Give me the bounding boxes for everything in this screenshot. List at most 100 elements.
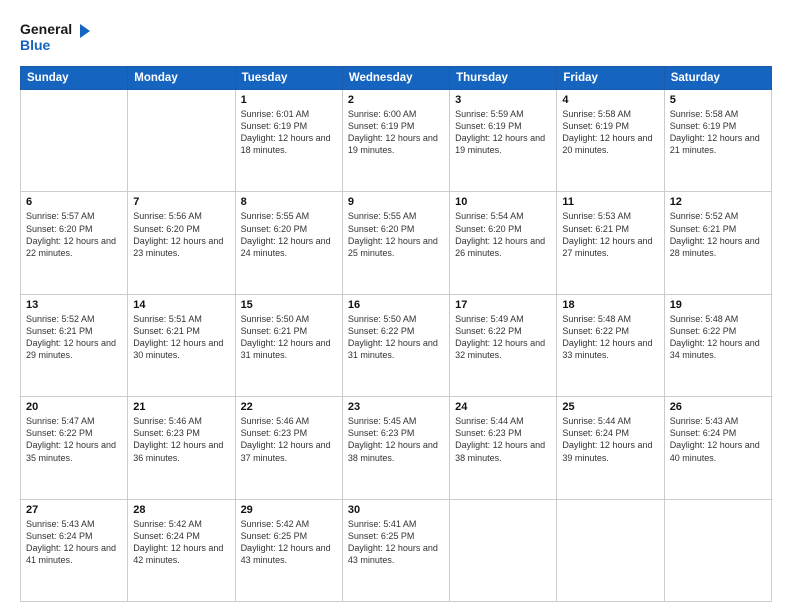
weekday-header-thursday: Thursday (450, 67, 557, 90)
day-info: Sunrise: 5:41 AM Sunset: 6:25 PM Dayligh… (348, 518, 444, 567)
day-number: 5 (670, 94, 766, 106)
day-number: 22 (241, 401, 337, 413)
day-info: Sunrise: 5:46 AM Sunset: 6:23 PM Dayligh… (241, 415, 337, 464)
day-number: 9 (348, 196, 444, 208)
calendar-cell (557, 499, 664, 601)
day-number: 25 (562, 401, 658, 413)
calendar-cell: 7 Sunrise: 5:56 AM Sunset: 6:20 PM Daylig… (128, 192, 235, 294)
day-info: Sunrise: 5:44 AM Sunset: 6:23 PM Dayligh… (455, 415, 551, 464)
day-info: Sunrise: 5:54 AM Sunset: 6:20 PM Dayligh… (455, 210, 551, 259)
day-info: Sunrise: 5:47 AM Sunset: 6:22 PM Dayligh… (26, 415, 122, 464)
calendar-cell: 24 Sunrise: 5:44 AM Sunset: 6:23 PM Dayli… (450, 397, 557, 499)
calendar-cell: 14 Sunrise: 5:51 AM Sunset: 6:21 PM Dayli… (128, 294, 235, 396)
day-info: Sunrise: 5:56 AM Sunset: 6:20 PM Dayligh… (133, 210, 229, 259)
calendar-cell: 6 Sunrise: 5:57 AM Sunset: 6:20 PM Daylig… (21, 192, 128, 294)
calendar-cell: 2 Sunrise: 6:00 AM Sunset: 6:19 PM Daylig… (342, 90, 449, 192)
day-info: Sunrise: 5:44 AM Sunset: 6:24 PM Dayligh… (562, 415, 658, 464)
calendar-cell: 12 Sunrise: 5:52 AM Sunset: 6:21 PM Dayli… (664, 192, 771, 294)
day-number: 20 (26, 401, 122, 413)
day-info: Sunrise: 5:43 AM Sunset: 6:24 PM Dayligh… (670, 415, 766, 464)
day-number: 10 (455, 196, 551, 208)
weekday-header-monday: Monday (128, 67, 235, 90)
calendar-cell: 21 Sunrise: 5:46 AM Sunset: 6:23 PM Dayli… (128, 397, 235, 499)
calendar-cell: 9 Sunrise: 5:55 AM Sunset: 6:20 PM Daylig… (342, 192, 449, 294)
day-number: 14 (133, 299, 229, 311)
calendar-cell: 15 Sunrise: 5:50 AM Sunset: 6:21 PM Dayli… (235, 294, 342, 396)
calendar-cell: 5 Sunrise: 5:58 AM Sunset: 6:19 PM Daylig… (664, 90, 771, 192)
calendar-cell: 27Sunrise: 5:43 AM Sunset: 6:24 PM Dayli… (21, 499, 128, 601)
calendar-cell: 4 Sunrise: 5:58 AM Sunset: 6:19 PM Daylig… (557, 90, 664, 192)
day-number: 30 (348, 504, 444, 516)
day-number: 4 (562, 94, 658, 106)
day-number: 12 (670, 196, 766, 208)
calendar-table: SundayMondayTuesdayWednesdayThursdayFrid… (20, 66, 772, 602)
day-info: Sunrise: 5:52 AM Sunset: 6:21 PM Dayligh… (26, 313, 122, 362)
calendar-cell: 22 Sunrise: 5:46 AM Sunset: 6:23 PM Dayli… (235, 397, 342, 499)
day-info: Sunrise: 5:45 AM Sunset: 6:23 PM Dayligh… (348, 415, 444, 464)
day-info: Sunrise: 5:51 AM Sunset: 6:21 PM Dayligh… (133, 313, 229, 362)
day-info: Sunrise: 5:42 AM Sunset: 6:24 PM Dayligh… (133, 518, 229, 567)
day-number: 7 (133, 196, 229, 208)
day-number: 3 (455, 94, 551, 106)
calendar-cell: 1 Sunrise: 6:01 AM Sunset: 6:19 PM Daylig… (235, 90, 342, 192)
day-number: 2 (348, 94, 444, 106)
calendar-cell: 16 Sunrise: 5:50 AM Sunset: 6:22 PM Dayli… (342, 294, 449, 396)
day-info: Sunrise: 5:55 AM Sunset: 6:20 PM Dayligh… (348, 210, 444, 259)
day-number: 11 (562, 196, 658, 208)
calendar-cell: 18 Sunrise: 5:48 AM Sunset: 6:22 PM Dayli… (557, 294, 664, 396)
day-number: 28 (133, 504, 229, 516)
calendar-cell (664, 499, 771, 601)
calendar-cell: 30 Sunrise: 5:41 AM Sunset: 6:25 PM Dayli… (342, 499, 449, 601)
calendar-cell: 13Sunrise: 5:52 AM Sunset: 6:21 PM Dayli… (21, 294, 128, 396)
weekday-header-saturday: Saturday (664, 67, 771, 90)
calendar-cell: 8Sunrise: 5:55 AM Sunset: 6:20 PM Daylig… (235, 192, 342, 294)
day-info: Sunrise: 5:50 AM Sunset: 6:21 PM Dayligh… (241, 313, 337, 362)
day-number: 19 (670, 299, 766, 311)
header: General Blue (20, 18, 772, 56)
day-info: Sunrise: 5:48 AM Sunset: 6:22 PM Dayligh… (670, 313, 766, 362)
day-info: Sunrise: 5:46 AM Sunset: 6:23 PM Dayligh… (133, 415, 229, 464)
day-number: 24 (455, 401, 551, 413)
day-number: 16 (348, 299, 444, 311)
day-info: Sunrise: 6:01 AM Sunset: 6:19 PM Dayligh… (241, 108, 337, 157)
day-number: 6 (26, 196, 122, 208)
logo: General Blue (20, 18, 90, 56)
calendar-cell: 28 Sunrise: 5:42 AM Sunset: 6:24 PM Dayli… (128, 499, 235, 601)
svg-text:General: General (20, 21, 72, 37)
calendar-cell: 3 Sunrise: 5:59 AM Sunset: 6:19 PM Daylig… (450, 90, 557, 192)
weekday-header-tuesday: Tuesday (235, 67, 342, 90)
day-info: Sunrise: 5:53 AM Sunset: 6:21 PM Dayligh… (562, 210, 658, 259)
day-info: Sunrise: 5:48 AM Sunset: 6:22 PM Dayligh… (562, 313, 658, 362)
calendar-cell (128, 90, 235, 192)
day-number: 27 (26, 504, 122, 516)
day-info: Sunrise: 5:42 AM Sunset: 6:25 PM Dayligh… (241, 518, 337, 567)
weekday-header-sunday: Sunday (21, 67, 128, 90)
page: General Blue SundayMondayTuesdayWednesda… (0, 0, 792, 612)
calendar-cell: 17 Sunrise: 5:49 AM Sunset: 6:22 PM Dayli… (450, 294, 557, 396)
calendar-cell: 23 Sunrise: 5:45 AM Sunset: 6:23 PM Dayli… (342, 397, 449, 499)
day-info: Sunrise: 5:58 AM Sunset: 6:19 PM Dayligh… (562, 108, 658, 157)
day-number: 1 (241, 94, 337, 106)
calendar-cell: 11 Sunrise: 5:53 AM Sunset: 6:21 PM Dayli… (557, 192, 664, 294)
day-number: 23 (348, 401, 444, 413)
day-info: Sunrise: 5:52 AM Sunset: 6:21 PM Dayligh… (670, 210, 766, 259)
day-info: Sunrise: 5:58 AM Sunset: 6:19 PM Dayligh… (670, 108, 766, 157)
day-info: Sunrise: 5:59 AM Sunset: 6:19 PM Dayligh… (455, 108, 551, 157)
day-number: 21 (133, 401, 229, 413)
day-info: Sunrise: 5:57 AM Sunset: 6:20 PM Dayligh… (26, 210, 122, 259)
calendar-cell: 25 Sunrise: 5:44 AM Sunset: 6:24 PM Dayli… (557, 397, 664, 499)
day-info: Sunrise: 5:50 AM Sunset: 6:22 PM Dayligh… (348, 313, 444, 362)
calendar-cell: 20 Sunrise: 5:47 AM Sunset: 6:22 PM Dayli… (21, 397, 128, 499)
calendar-cell (21, 90, 128, 192)
day-number: 29 (241, 504, 337, 516)
svg-text:Blue: Blue (20, 37, 51, 53)
day-number: 18 (562, 299, 658, 311)
logo-svg: General Blue (20, 18, 90, 56)
day-info: Sunrise: 5:49 AM Sunset: 6:22 PM Dayligh… (455, 313, 551, 362)
weekday-header-wednesday: Wednesday (342, 67, 449, 90)
day-number: 17 (455, 299, 551, 311)
day-info: Sunrise: 6:00 AM Sunset: 6:19 PM Dayligh… (348, 108, 444, 157)
calendar-cell (450, 499, 557, 601)
day-info: Sunrise: 5:55 AM Sunset: 6:20 PM Dayligh… (241, 210, 337, 259)
day-number: 15 (241, 299, 337, 311)
